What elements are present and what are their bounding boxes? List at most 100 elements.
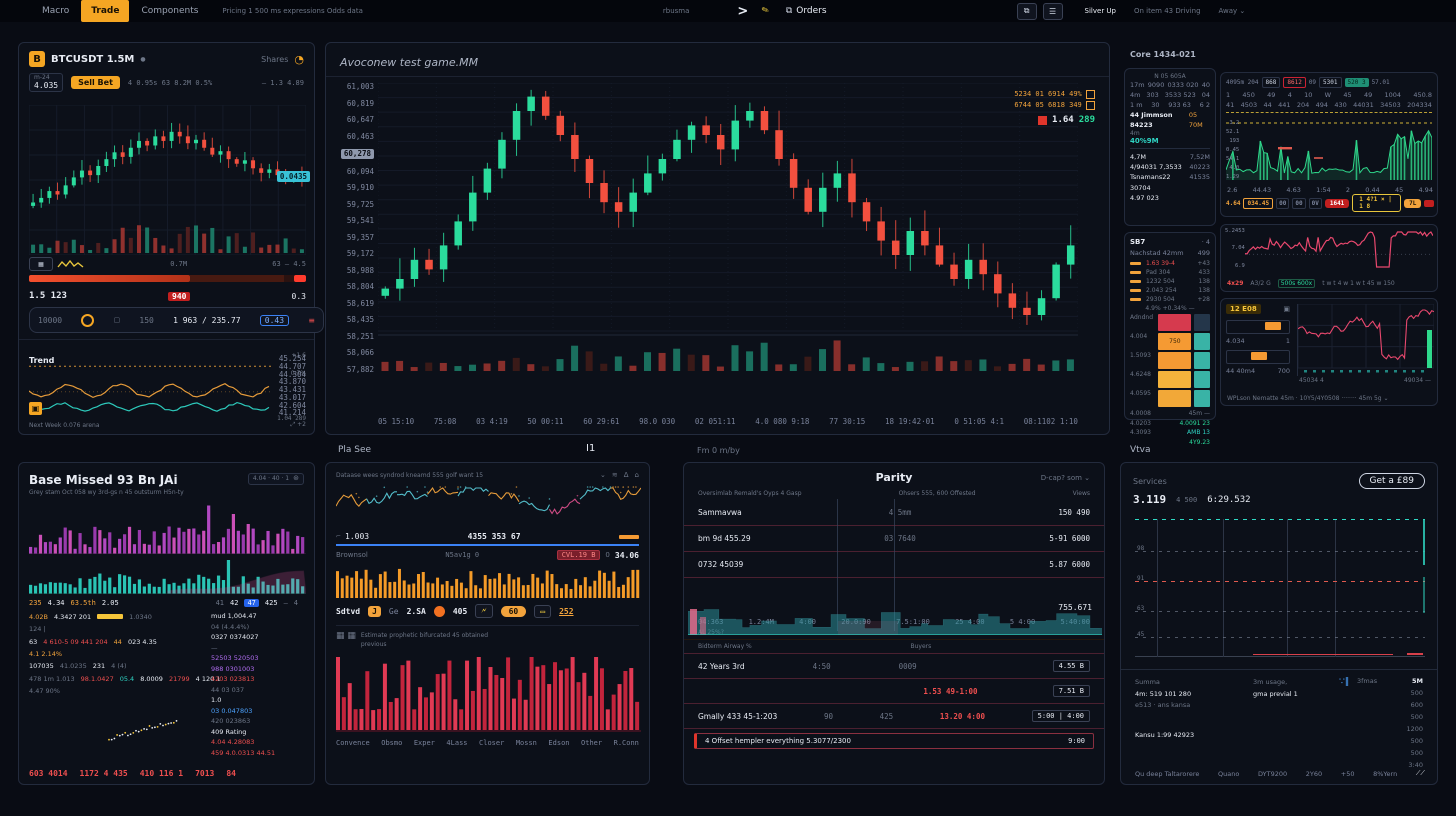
parity-t2-row[interactable]: 1.53 49-1:007.51 B [684, 679, 1104, 704]
watch-panel: B BTCUSDT 1.5M ● Shares ◔ m-24 4.035 Sel… [18, 42, 315, 435]
pause-dots-icon[interactable]: ∵‖ [1339, 677, 1349, 687]
sell-button[interactable]: Sell Bet [71, 76, 120, 89]
gear-icon[interactable]: ◔ [294, 53, 304, 66]
main-plot[interactable] [378, 83, 1078, 373]
tuner-tag[interactable]: 12 E08 [1226, 304, 1261, 314]
flow-cell: 09 [1309, 79, 1316, 86]
flow-button[interactable]: 7L [1404, 199, 1421, 208]
flow-button[interactable]: 4.64 [1226, 200, 1240, 207]
services-bottom-item[interactable]: Quano [1218, 770, 1239, 778]
parity-alert-row[interactable]: 4 Offset hempler everything 5.3077/2300 … [694, 733, 1094, 749]
exposure-bar[interactable] [29, 275, 306, 282]
cell: 303 [1146, 90, 1158, 100]
box-icon[interactable]: ▢ [114, 316, 121, 324]
order-entry[interactable]: 10000 ▢ 150 1 963 / 235.77 0.43 ≡ [29, 307, 324, 333]
top-link[interactable]: Silver Up [1085, 7, 1116, 15]
flow-button[interactable]: 00 [1276, 198, 1289, 209]
chevron-icon[interactable]: > [737, 4, 748, 19]
breakdown-val: 409 Rating [211, 727, 304, 738]
toolbar-item-orange-chip[interactable]: J [368, 606, 381, 617]
cta-button[interactable]: Get a £89 [1359, 473, 1425, 489]
trend-footer-right[interactable]: ⤢ +2 [290, 421, 306, 429]
tuner-slider-1[interactable] [1226, 320, 1290, 334]
cell: 4:50 [813, 662, 831, 671]
chart-type-icon[interactable]: ▣ [29, 402, 42, 415]
services-bottom-item[interactable]: DYT9200 [1258, 770, 1287, 778]
meta-icon[interactable]: Δ [624, 471, 629, 479]
check-icon[interactable]: ⟋⟋ [1416, 769, 1425, 778]
flow-button[interactable]: ▪ [1424, 200, 1434, 207]
token: 41.0235 [60, 662, 87, 670]
breakdown-controls[interactable]: 4.04 · 40 · 1 ⊛ [248, 473, 304, 485]
watch-candle-chart[interactable]: 0.0435 [29, 105, 306, 255]
services-bottom-item[interactable]: 2Y60 [1306, 770, 1322, 778]
services-bottom-item[interactable]: 8%Yern [1373, 770, 1397, 778]
parity-menu[interactable]: D-cap? som ⌄ [918, 474, 1090, 482]
services-bottom-item[interactable]: +50 [1341, 770, 1355, 778]
parity-t2-row[interactable]: 42 Years 3rd4:5000094.55 B [684, 654, 1104, 679]
watch-right-stats: — 1.3 4.89 [262, 79, 304, 87]
services-bottom-item[interactable]: Qu deep Taltarorere [1135, 770, 1199, 778]
interval-box[interactable]: m-24 4.035 [29, 73, 63, 92]
tuner-box-icon[interactable]: ▣ [1283, 305, 1290, 313]
order-qty-field[interactable]: 10000 [38, 316, 62, 325]
mixer-meta: Dataase wees syndrod kneamd 555 golf wan… [336, 472, 483, 479]
tuner-slider-2[interactable] [1226, 350, 1290, 364]
ladder-row[interactable]: 2.043 254138 [1130, 287, 1210, 294]
pen-icon[interactable]: ✎ [761, 5, 772, 17]
toolbar-item-text[interactable]: Sdtvd [336, 607, 360, 616]
toolbar-item-orange-oval[interactable]: 60 [501, 606, 527, 617]
orange-dash[interactable] [619, 535, 639, 539]
orders-button[interactable]: Orders [796, 6, 826, 16]
toolbar-item-text[interactable]: 405 [453, 607, 467, 616]
toolbar-item-dimtext[interactable]: Ge [389, 607, 399, 616]
breakdown-subtitle: Grey stam Oct 058 wy 3rd-gs n 45 outstur… [29, 489, 184, 496]
main-x-tick: 50 00:11 [527, 417, 563, 426]
parity-t2-row[interactable]: Gmally 433 45-1:2039042513.20 4:005:00 |… [684, 704, 1104, 729]
tab-macro[interactable]: Macro [32, 0, 79, 22]
flow-button[interactable]: 1 4?1 × | 1 8 [1352, 194, 1401, 212]
dash-icon [1130, 289, 1141, 292]
window-icon-button[interactable]: ☰ [1043, 3, 1063, 20]
top-link[interactable]: Away ⌄ [1219, 7, 1246, 15]
flow-buttons: 4.64034.4500000V16411 4?1 × | 1 87L▪ [1226, 194, 1434, 212]
grid-icon[interactable]: ▦ [29, 257, 53, 271]
window-icon-button[interactable]: ⧉ [1017, 3, 1037, 20]
meta-icon[interactable]: ⌄ [600, 471, 606, 479]
toolbar-item-text[interactable]: 2.SA [407, 607, 426, 616]
ring-icon[interactable] [81, 314, 94, 327]
order-chip[interactable]: 0.43 [260, 315, 289, 326]
meta-icon[interactable]: ⌂ [635, 471, 639, 479]
trend-chart: ▣ [29, 357, 271, 415]
cell-chip[interactable]: 5:00 | 4:00 [1032, 710, 1090, 722]
heat-block[interactable] [1158, 314, 1191, 331]
ladder-row[interactable]: Pad 304433 [1130, 269, 1210, 276]
cell: 3533 523 [1165, 90, 1196, 100]
flow-button[interactable]: 0V [1309, 198, 1322, 209]
cell-chip[interactable]: 7.51 B [1053, 685, 1090, 697]
value: 138 [1199, 278, 1210, 285]
heat-block[interactable]: 750 [1158, 333, 1191, 350]
flow-button[interactable]: 034.45 [1243, 198, 1273, 209]
toolbar-item-orange-dot[interactable] [434, 606, 445, 617]
toolbar-item-dark-chip[interactable]: ▭ [534, 605, 551, 618]
cell-chip[interactable]: 4.55 B [1053, 660, 1090, 672]
heat-block[interactable] [1158, 390, 1191, 407]
ladder-row[interactable]: 2930 504+28 [1130, 296, 1210, 303]
heat-block[interactable] [1158, 371, 1191, 388]
meta-icon[interactable]: ≋ [612, 471, 618, 479]
breakdown-row: 4.1 2.14% [29, 648, 205, 660]
flow-button[interactable]: 00 [1292, 198, 1305, 209]
tab-trade[interactable]: Trade [81, 0, 129, 22]
top-link[interactable]: On item 43 Driving [1134, 7, 1201, 15]
ladder-row[interactable]: 1.63 39-4+43 [1130, 260, 1210, 267]
tab-components[interactable]: Components [131, 0, 208, 22]
toolbar-item-orange-text[interactable]: 252 [559, 607, 573, 616]
shares-label[interactable]: Shares [261, 55, 288, 64]
heat-block[interactable] [1158, 352, 1191, 369]
section-label-a: Pla See [338, 445, 371, 455]
ladder-row[interactable]: 1232 504138 [1130, 278, 1210, 285]
order-side[interactable]: ≡ [308, 316, 315, 325]
toolbar-item-dark-chip[interactable]: 🗲 [475, 604, 492, 618]
flow-button[interactable]: 1641 [1325, 199, 1349, 208]
